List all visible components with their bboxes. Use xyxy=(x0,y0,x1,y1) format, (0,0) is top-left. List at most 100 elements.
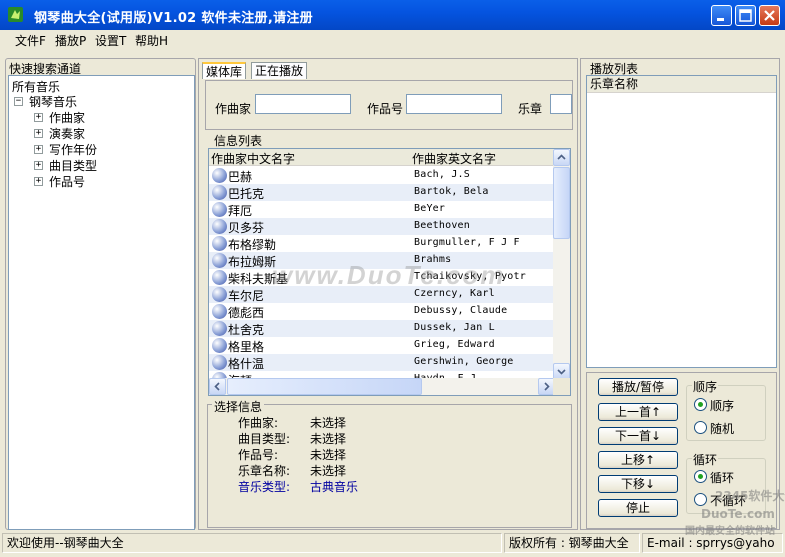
tree-node-piano[interactable]: 钢琴音乐 xyxy=(29,93,77,110)
menu-help[interactable]: 帮助H xyxy=(135,32,168,49)
loop-on-label[interactable]: 循环 xyxy=(710,469,734,486)
collapse-icon[interactable]: − xyxy=(14,97,23,106)
movement-label: 乐章 xyxy=(518,102,543,116)
composer-icon xyxy=(212,338,227,353)
table-row[interactable]: 巴赫 Bach, J.S xyxy=(209,167,555,184)
composer-label: 作曲家 xyxy=(215,102,252,116)
opus-input[interactable] xyxy=(406,94,502,114)
watermark-line3: 国内最安全的软件站 xyxy=(685,526,775,537)
table-row[interactable]: 格里格 Grieg, Edward xyxy=(209,337,555,354)
search-tree[interactable]: 所有音乐 − 钢琴音乐 + 作曲家 + 演奏家 + 写作年份 + 曲目类型 + … xyxy=(8,75,195,530)
table-row[interactable]: 拜厄 BeYer xyxy=(209,201,555,218)
composer-name-cn: 车尔尼 xyxy=(228,289,265,303)
selection-info-title: 选择信息 xyxy=(212,398,265,415)
table-row[interactable]: 巴托克 Bartok, Bela xyxy=(209,184,555,201)
expand-icon[interactable]: + xyxy=(34,161,43,170)
scroll-left-button[interactable] xyxy=(209,378,226,395)
chevron-left-icon xyxy=(214,382,220,391)
composer-name-en: Grieg, Edward xyxy=(414,339,495,350)
composer-name-cn: 杜舍克 xyxy=(228,323,265,337)
list-header: 作曲家中文名字 作曲家英文名字 xyxy=(209,149,555,166)
playlist-list[interactable]: 乐章名称 xyxy=(586,75,777,368)
composer-name-en: Beethoven xyxy=(414,220,470,231)
composer-icon xyxy=(212,287,227,302)
tab-now-playing[interactable]: 正在播放 xyxy=(251,62,308,79)
horizontal-scrollbar[interactable] xyxy=(209,378,555,395)
info-list-title: 信息列表 xyxy=(212,132,265,149)
table-row[interactable]: 贝多芬 Beethoven xyxy=(209,218,555,235)
order-sequential-radio[interactable] xyxy=(694,398,707,411)
scroll-up-button[interactable] xyxy=(553,149,570,166)
chevron-right-icon xyxy=(544,382,550,391)
close-icon xyxy=(764,10,775,21)
composer-icon xyxy=(212,202,227,217)
tree-item-year[interactable]: 写作年份 xyxy=(49,141,97,158)
composer-icon xyxy=(212,304,227,319)
order-random-radio[interactable] xyxy=(694,421,707,434)
order-random-label[interactable]: 随机 xyxy=(710,420,734,437)
status-bar: 欢迎使用--钢琴曲大全 版权所有 : 钢琴曲大全 E-mail : sprrys… xyxy=(0,533,785,557)
composer-icon xyxy=(212,236,227,251)
composer-icon xyxy=(212,185,227,200)
vertical-scroll-thumb[interactable] xyxy=(553,167,570,239)
table-row[interactable]: 杜舍克 Dussek, Jan L xyxy=(209,320,555,337)
maximize-button[interactable] xyxy=(735,5,756,26)
composer-icon xyxy=(212,321,227,336)
menu-play[interactable]: 播放P xyxy=(55,32,86,49)
close-button[interactable] xyxy=(759,5,780,26)
composer-name-en: Bach, J.S xyxy=(414,169,470,180)
composer-input[interactable] xyxy=(255,94,351,114)
app-icon xyxy=(8,7,23,22)
expand-icon[interactable]: + xyxy=(34,177,43,186)
horizontal-scroll-thumb[interactable] xyxy=(227,378,422,395)
tree-item-type[interactable]: 曲目类型 xyxy=(49,157,97,174)
composer-icon xyxy=(212,253,227,268)
menu-bar: 文件F 播放P 设置T 帮助H xyxy=(0,30,785,50)
selection-value: 未选择 xyxy=(310,416,347,430)
selection-key: 作曲家: xyxy=(238,416,279,430)
expand-icon[interactable]: + xyxy=(34,129,43,138)
play-pause-button[interactable]: 播放/暂停 xyxy=(598,378,678,396)
watermark-corner: 2345软件大全 DuoTe.com 国内最安全的软件站 xyxy=(685,487,785,541)
chevron-up-icon xyxy=(557,154,566,160)
expand-icon[interactable]: + xyxy=(34,113,43,122)
minimize-button[interactable] xyxy=(711,5,732,26)
move-down-button[interactable]: 下移↓ xyxy=(598,475,678,493)
menu-file[interactable]: 文件F xyxy=(15,32,46,49)
tab-library[interactable]: 媒体库 xyxy=(202,62,247,79)
next-button[interactable]: 下一首↓ xyxy=(598,427,678,445)
stop-button[interactable]: 停止 xyxy=(598,499,678,517)
loop-on-radio[interactable] xyxy=(694,470,707,483)
table-row[interactable]: 格什温 Gershwin, George xyxy=(209,354,555,371)
previous-button[interactable]: 上一首↑ xyxy=(598,403,678,421)
column-header-en[interactable]: 作曲家英文名字 xyxy=(412,150,496,167)
scroll-corner xyxy=(553,378,570,395)
order-group-title: 顺序 xyxy=(692,378,719,395)
order-sequential-label[interactable]: 顺序 xyxy=(710,397,734,414)
composer-name-en: BeYer xyxy=(414,203,446,214)
selection-value: 古典音乐 xyxy=(310,480,359,494)
movement-input[interactable] xyxy=(550,94,572,114)
tree-item-opus[interactable]: 作品号 xyxy=(49,173,85,190)
vertical-scrollbar[interactable] xyxy=(553,149,570,380)
selection-key: 音乐类型: xyxy=(238,480,291,494)
move-up-button[interactable]: 上移↑ xyxy=(598,451,678,469)
column-header-cn[interactable]: 作曲家中文名字 xyxy=(211,150,295,167)
status-copyright: 版权所有 : 钢琴曲大全 xyxy=(504,533,640,553)
status-welcome: 欢迎使用--钢琴曲大全 xyxy=(2,533,502,553)
tree-item-composer[interactable]: 作曲家 xyxy=(49,109,85,126)
window-title: 钢琴曲大全(试用版)V1.02 软件未注册,请注册 xyxy=(34,11,313,26)
title-bar[interactable]: 钢琴曲大全(试用版)V1.02 软件未注册,请注册 xyxy=(0,0,785,30)
playlist-column-header[interactable]: 乐章名称 xyxy=(587,76,776,93)
composer-icon xyxy=(212,270,227,285)
watermark-center: www.DuoTe.com xyxy=(272,260,506,290)
menu-settings[interactable]: 设置T xyxy=(95,32,126,49)
table-row[interactable]: 布格缪勒 Burgmuller, F J F xyxy=(209,235,555,252)
chevron-down-icon xyxy=(557,369,566,375)
composer-name-en: Bartok, Bela xyxy=(414,186,489,197)
maximize-icon xyxy=(739,9,752,22)
expand-icon[interactable]: + xyxy=(34,145,43,154)
selection-value: 未选择 xyxy=(310,464,347,478)
tree-item-performer[interactable]: 演奏家 xyxy=(49,125,85,142)
table-row[interactable]: 德彪西 Debussy, Claude xyxy=(209,303,555,320)
